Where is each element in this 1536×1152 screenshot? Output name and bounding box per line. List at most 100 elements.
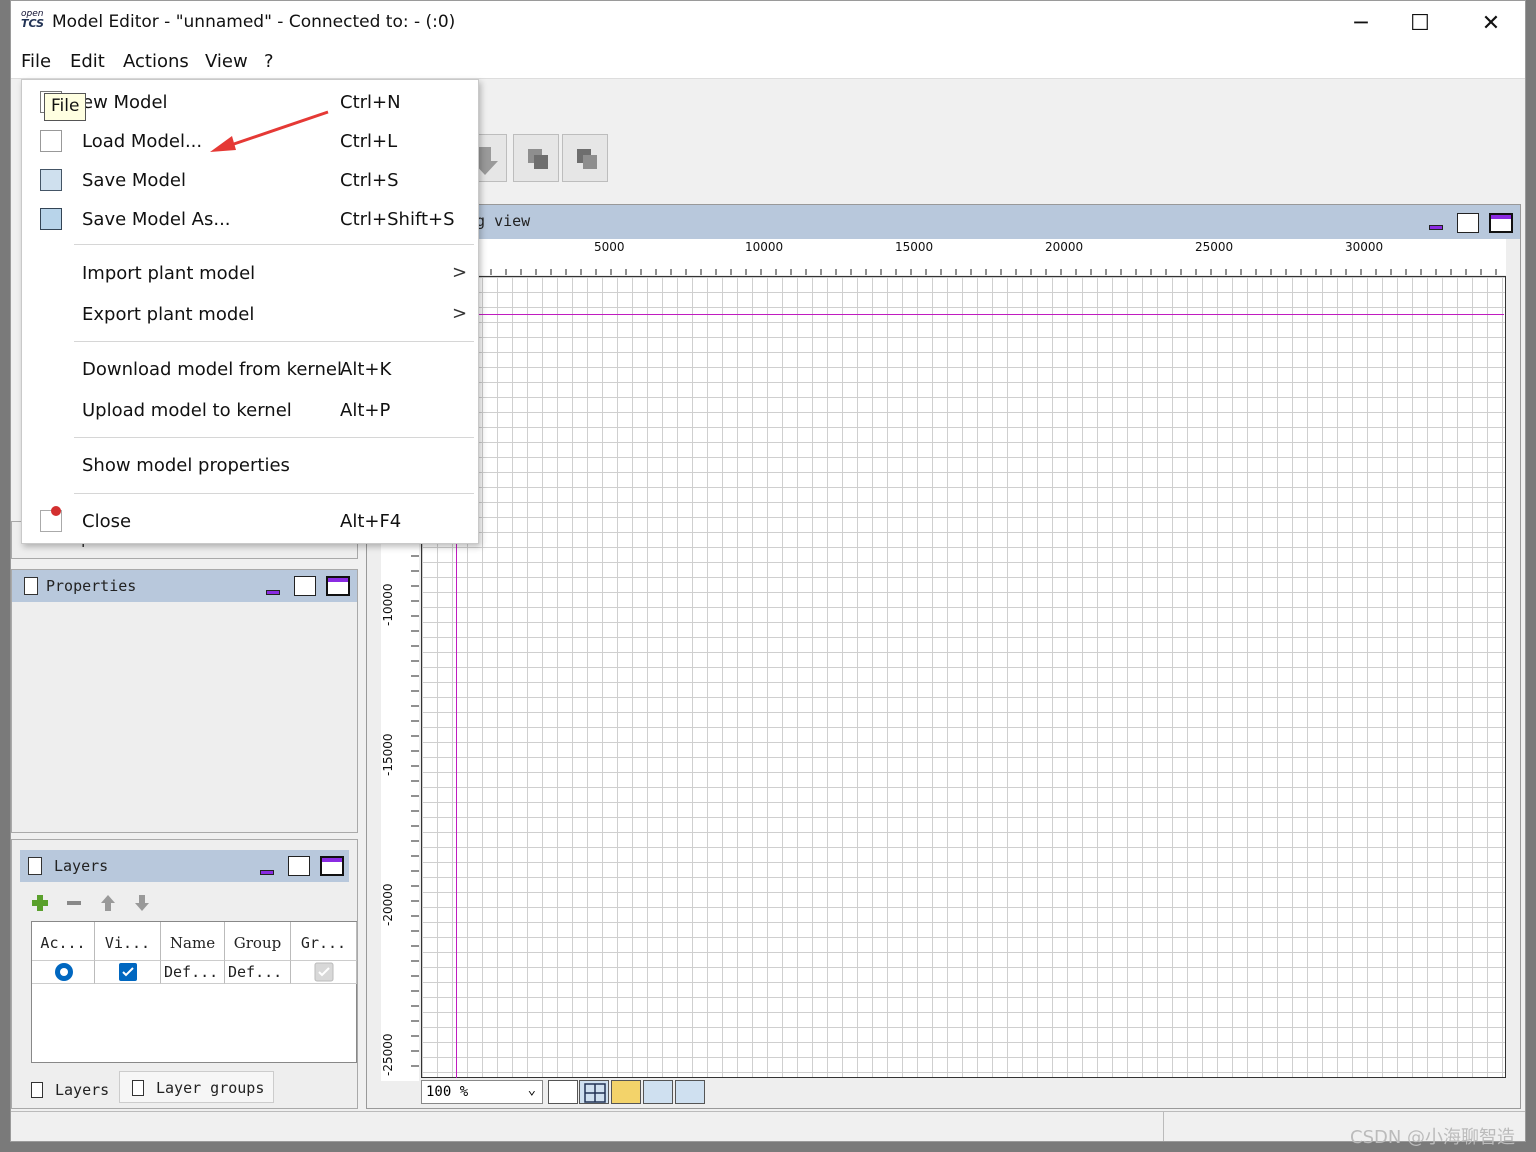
close-badge-icon [51,506,61,516]
column-header-group-visible[interactable]: Gr... [291,922,357,960]
maximize-button[interactable]: ☐ [1385,1,1455,45]
menu-file[interactable]: File [21,51,51,72]
panel-icon [24,577,38,595]
layers-header: Layers [20,850,349,882]
save-as-icon [40,208,62,230]
add-layer-icon[interactable] [30,893,50,913]
menu-item-label: ew Model [82,92,168,113]
menu-item-import-plant-model[interactable]: Import plant model > [22,256,478,292]
restore-panel-icon[interactable] [1457,213,1479,233]
send-backward-toolbar-button[interactable] [562,134,608,182]
menu-item-label: Import plant model [82,263,256,284]
menu-separator [74,493,474,494]
vertical-ruler: -10000 -15000 -20000 -25000 [381,541,419,1081]
load-model-icon [40,130,62,152]
show-vehicles-icon[interactable] [675,1080,705,1104]
layer-forward-icon [528,149,548,169]
menu-item-upload-model[interactable]: Upload model to kernel Alt+P [22,393,478,429]
drawing-view-header: ng view [367,205,1520,239]
zoom-value: 100 % [426,1084,469,1100]
watermark: CSDN @小海聊智造 [1350,1127,1516,1148]
maximize-panel-icon[interactable] [1489,213,1513,233]
remove-layer-icon[interactable] [64,893,84,913]
menu-item-label: Export plant model [82,304,255,325]
minimize-panel-icon[interactable] [260,870,274,875]
maximize-panel-icon[interactable] [320,856,344,876]
snap-to-grid-icon[interactable] [611,1080,641,1104]
x-axis-line [421,314,1504,315]
menu-item-save-model-as[interactable]: Save Model As... Ctrl+Shift+S [22,202,478,238]
opentcs-logo: open TCS [21,10,47,34]
layer-backward-icon [577,149,597,169]
properties-header: Properties [12,570,357,602]
minimize-panel-icon[interactable] [266,590,280,595]
menu-item-export-plant-model[interactable]: Export plant model > [22,297,478,333]
move-layer-up-icon[interactable] [98,893,118,913]
restore-panel-icon[interactable] [288,856,310,876]
zoom-select[interactable]: 100 % ⌄ [421,1080,543,1104]
bring-forward-toolbar-button[interactable] [513,134,559,182]
menu-item-label: Download model from kernel [82,359,342,380]
menu-item-label: Load Model... [82,131,203,152]
layer-name-cell[interactable]: Def... [161,960,225,984]
layer-active-radio[interactable] [32,960,95,984]
tab-layers[interactable]: Layers [19,1074,119,1106]
menu-actions[interactable]: Actions [123,51,189,72]
layers-title: Layers [54,857,109,875]
tab-icon [31,1082,43,1098]
menu-item-shortcut: Alt+K [340,359,392,380]
column-header-name[interactable]: Name [161,922,225,960]
menu-item-shortcut: Ctrl+L [340,131,398,152]
x-tick-label: 25000 [1195,240,1234,254]
menu-view[interactable]: View [205,51,248,72]
status-bar [11,1111,1525,1141]
properties-title: Properties [46,577,137,595]
move-layer-down-icon[interactable] [132,893,152,913]
minimize-panel-icon[interactable] [1429,225,1443,230]
x-tick-label: 10000 [745,240,784,254]
y-tick-label: -15000 [381,733,395,776]
menu-item-label: Save Model [82,170,186,191]
x-tick-label: 20000 [1045,240,1084,254]
close-window-button[interactable]: ✕ [1456,1,1525,45]
menu-item-shortcut: Ctrl+S [340,170,399,191]
close-icon [40,506,62,532]
column-header-group[interactable]: Group [225,922,291,960]
tab-layer-groups[interactable]: Layer groups [119,1071,274,1103]
drawing-canvas[interactable] [421,276,1506,1078]
grid-icon [584,1083,606,1103]
checkbox-checked-icon [119,963,137,981]
menu-item-shortcut: Alt+F4 [340,511,402,532]
layers-table: Ac... Vi... Name Group Gr... Def... Def.… [31,921,357,1063]
layer-group-cell[interactable]: Def... [225,960,291,984]
column-header-active[interactable]: Ac... [32,922,95,960]
menu-item-close[interactable]: Close Alt+F4 [22,504,478,540]
maximize-panel-icon[interactable] [326,576,350,596]
menu-item-label: Upload model to kernel [82,400,292,421]
menu-item-save-model[interactable]: Save Model Ctrl+S [22,163,478,199]
restore-panel-icon[interactable] [294,576,316,596]
column-header-visible[interactable]: Vi... [95,922,161,960]
submenu-arrow-icon: > [452,303,468,324]
ruler-toggle-icon[interactable] [548,1080,578,1104]
tab-icon [132,1080,144,1096]
logo-bottom-text: TCS [21,17,45,30]
horizontal-ruler-ticks [430,269,1497,275]
y-tick-label: -25000 [381,1033,395,1076]
menu-separator [74,244,474,245]
tab-layers-label: Layers [55,1081,110,1099]
menu-separator [74,341,474,342]
menu-edit[interactable]: Edit [70,51,105,72]
menu-item-download-model[interactable]: Download model from kernel Alt+K [22,352,478,388]
properties-panel: Properties [11,569,358,833]
grid-toggle-icon[interactable] [579,1080,609,1104]
panel-icon [28,857,42,875]
chevron-down-icon: ⌄ [527,1082,536,1098]
menu-item-shortcut: Ctrl+N [340,92,401,113]
model-editor-window: open TCS Model Editor - "unnamed" - Conn… [10,0,1526,1142]
menu-item-show-model-properties[interactable]: Show model properties [22,448,478,484]
tab-layer-groups-label: Layer groups [156,1079,265,1097]
menu-help[interactable]: ? [264,51,274,72]
layer-visible-checkbox[interactable] [95,960,161,984]
show-blocks-icon[interactable] [643,1080,673,1104]
